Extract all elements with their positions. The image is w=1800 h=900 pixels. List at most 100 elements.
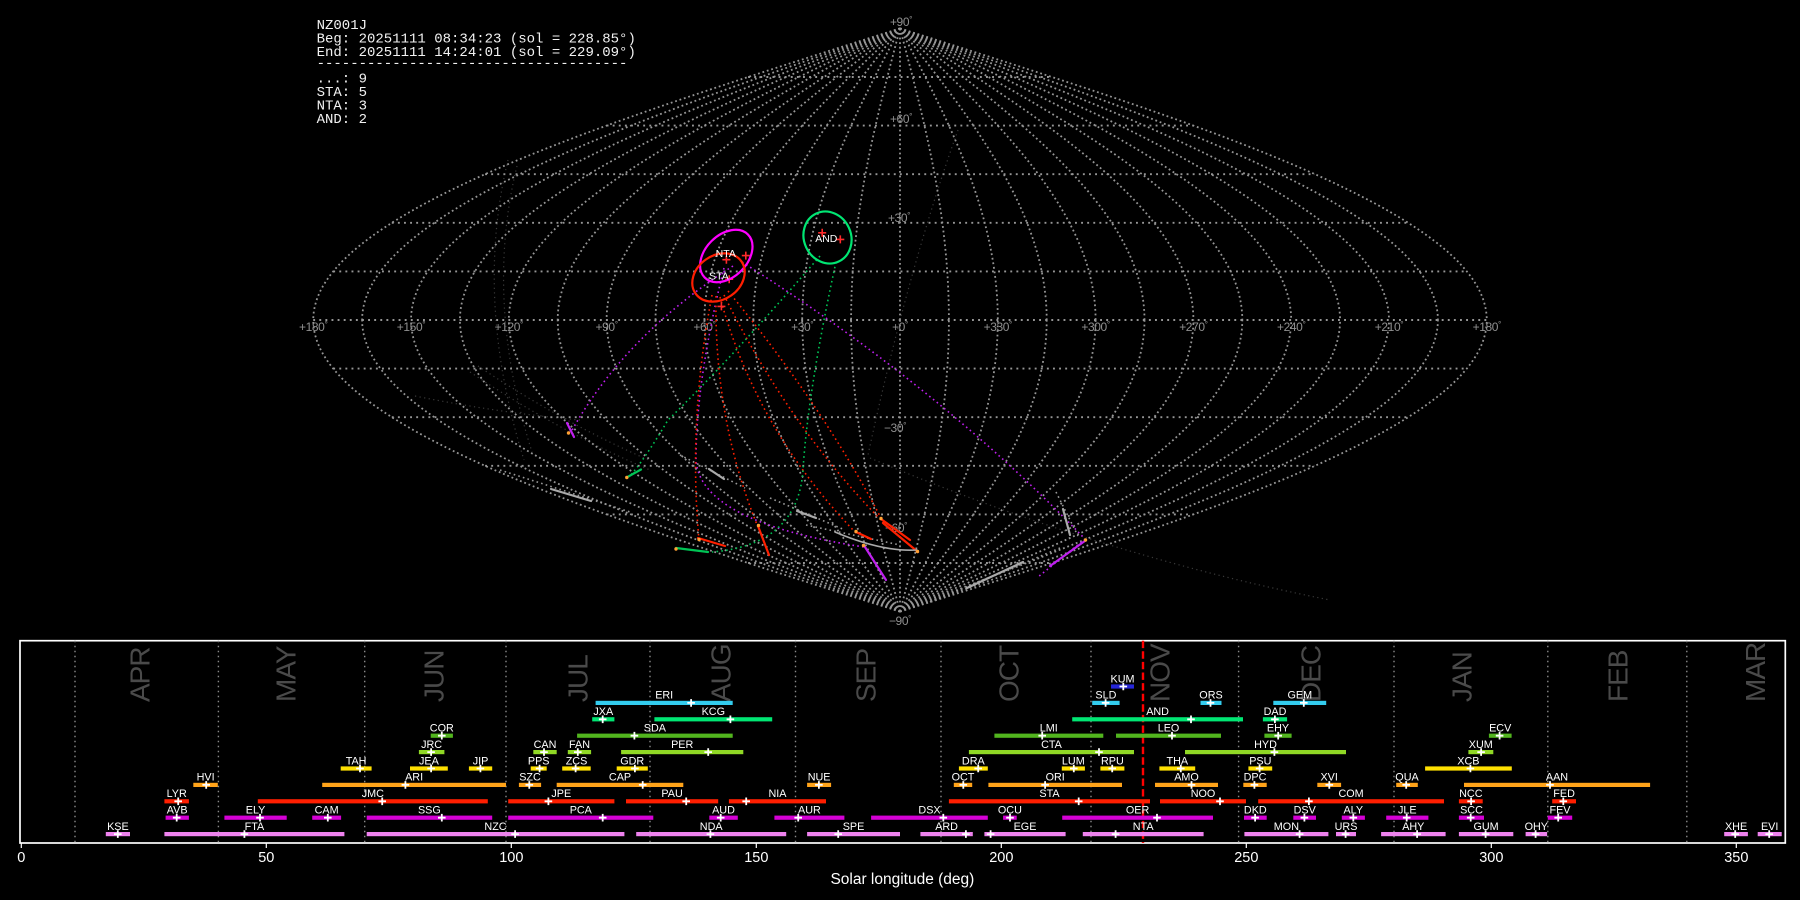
svg-text:ORS: ORS <box>1199 690 1222 702</box>
svg-text:XUM: XUM <box>1469 739 1493 751</box>
svg-text:JPE: JPE <box>551 788 571 800</box>
svg-text:CAM: CAM <box>315 805 339 817</box>
svg-text:FTA: FTA <box>245 821 265 833</box>
svg-text:+180°: +180° <box>299 319 327 334</box>
svg-text:LMI: LMI <box>1040 723 1058 735</box>
svg-text:PAU: PAU <box>661 788 682 800</box>
svg-text:CAN: CAN <box>534 739 557 751</box>
svg-text:AAN: AAN <box>1546 772 1568 784</box>
svg-text:LYR: LYR <box>167 788 187 800</box>
svg-text:THA: THA <box>1166 755 1188 767</box>
svg-text:NOV: NOV <box>1144 643 1175 702</box>
svg-text:ZCS: ZCS <box>566 755 588 767</box>
svg-text:KUM: KUM <box>1111 673 1135 685</box>
svg-text:OCT: OCT <box>993 645 1024 702</box>
svg-text:DAD: DAD <box>1264 706 1287 718</box>
svg-text:HVI: HVI <box>197 772 215 784</box>
svg-text:JUN: JUN <box>418 651 449 702</box>
svg-text:MAY: MAY <box>270 645 301 702</box>
svg-text:COR: COR <box>430 723 454 735</box>
svg-text:STA: STA <box>709 270 729 282</box>
svg-text:NCC: NCC <box>1459 788 1483 800</box>
svg-text:+270°: +270° <box>1179 319 1207 334</box>
svg-text:AMO: AMO <box>1174 772 1199 784</box>
svg-text:+150°: +150° <box>397 319 425 334</box>
svg-text:FAN: FAN <box>569 739 590 751</box>
svg-text:OER: OER <box>1126 805 1150 817</box>
svg-text:XCB: XCB <box>1457 755 1479 767</box>
svg-text:SZC: SZC <box>519 772 541 784</box>
svg-text:+60°: +60° <box>693 319 715 334</box>
svg-text:KSE: KSE <box>107 821 129 833</box>
svg-text:+30°: +30° <box>791 319 813 334</box>
svg-text:300: 300 <box>1479 850 1503 866</box>
svg-text:ECV: ECV <box>1489 723 1512 735</box>
svg-text:FEV: FEV <box>1550 805 1572 817</box>
svg-text:150: 150 <box>744 850 768 866</box>
svg-text:NUE: NUE <box>808 772 831 784</box>
svg-text:OCU: OCU <box>998 805 1022 817</box>
svg-text:NOO: NOO <box>1191 788 1216 800</box>
svg-text:OHY: OHY <box>1525 821 1548 833</box>
svg-text:AND: 2: AND: 2 <box>317 112 367 128</box>
svg-text:CTA: CTA <box>1041 739 1063 751</box>
svg-text:STA: STA <box>1039 788 1060 800</box>
svg-text:GUM: GUM <box>1473 821 1498 833</box>
svg-text:+180°: +180° <box>1473 319 1501 334</box>
svg-text:+300°: +300° <box>1081 319 1109 334</box>
svg-text:EVI: EVI <box>1761 821 1778 833</box>
svg-text:NTA: NTA <box>716 248 736 260</box>
svg-text:NZC: NZC <box>484 821 506 833</box>
svg-text:PCA: PCA <box>570 805 593 817</box>
svg-text:CAP: CAP <box>609 772 631 784</box>
svg-text:SDA: SDA <box>644 723 667 735</box>
svg-text:+30°: +30° <box>888 210 910 225</box>
svg-text:100: 100 <box>499 850 523 866</box>
svg-text:−30°: −30° <box>884 420 906 435</box>
svg-text:EGE: EGE <box>1014 821 1037 833</box>
svg-text:PER: PER <box>671 739 693 751</box>
svg-text:ORI: ORI <box>1046 772 1065 784</box>
svg-text:JAN: JAN <box>1446 652 1477 702</box>
svg-text:+90°: +90° <box>596 319 618 334</box>
svg-text:NIA: NIA <box>769 788 788 800</box>
svg-text:ARD: ARD <box>935 821 958 833</box>
svg-text:JUL: JUL <box>562 655 593 702</box>
svg-text:TAH: TAH <box>346 755 367 767</box>
svg-text:0: 0 <box>17 850 25 866</box>
svg-text:MON: MON <box>1274 821 1299 833</box>
svg-text:ERI: ERI <box>655 690 673 702</box>
svg-text:URS: URS <box>1335 821 1358 833</box>
svg-text:AUR: AUR <box>798 805 821 817</box>
svg-text:350: 350 <box>1724 850 1748 866</box>
svg-text:AND: AND <box>815 233 838 245</box>
svg-text:------------------------------: ------------------------------------- <box>317 56 628 72</box>
svg-text:XHE: XHE <box>1725 821 1747 833</box>
svg-text:PSU: PSU <box>1249 755 1271 767</box>
svg-text:OCT: OCT <box>952 772 975 784</box>
svg-text:GDR: GDR <box>620 755 644 767</box>
svg-text:KCG: KCG <box>702 706 725 718</box>
svg-text:JMC: JMC <box>362 788 384 800</box>
svg-text:−90°: −90° <box>889 613 911 628</box>
svg-text:XVI: XVI <box>1320 772 1337 784</box>
svg-text:+210°: +210° <box>1375 319 1403 334</box>
svg-text:DSX: DSX <box>918 805 940 817</box>
svg-text:ELY: ELY <box>246 805 266 817</box>
svg-text:RPU: RPU <box>1101 755 1124 767</box>
svg-text:DKD: DKD <box>1244 805 1267 817</box>
svg-text:DRA: DRA <box>962 755 986 767</box>
svg-text:SSG: SSG <box>418 805 441 817</box>
svg-text:COM: COM <box>1338 788 1363 800</box>
svg-text:EHY: EHY <box>1267 723 1289 735</box>
svg-text:APR: APR <box>124 647 155 702</box>
svg-text:PPS: PPS <box>528 755 550 767</box>
svg-text:AND: AND <box>1146 706 1169 718</box>
svg-text:NTA: NTA <box>1133 821 1155 833</box>
svg-text:JIP: JIP <box>473 755 489 767</box>
svg-text:+90°: +90° <box>890 14 912 29</box>
svg-text:JEA: JEA <box>419 755 440 767</box>
svg-text:ALY: ALY <box>1343 805 1363 817</box>
svg-text:SLD: SLD <box>1095 690 1116 702</box>
svg-text:NDA: NDA <box>700 821 724 833</box>
